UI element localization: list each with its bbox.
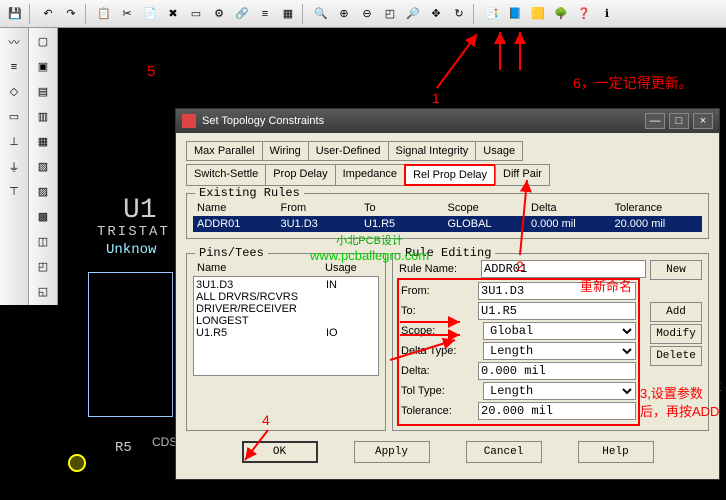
ltool-d[interactable]: ▥ — [31, 105, 55, 128]
tool-template[interactable]: 📘 — [504, 3, 526, 25]
tool-undo[interactable]: ↶ — [37, 3, 59, 25]
rule-row[interactable]: ADDR01 3U1.D3 U1.R5 GLOBAL 0.000 mil 20.… — [193, 216, 702, 232]
tool-copy[interactable]: 📋 — [93, 3, 115, 25]
tool-zoom-fit[interactable]: 🔍 — [310, 3, 332, 25]
tool-save[interactable]: 💾 — [4, 3, 26, 25]
pins-list[interactable]: 3U1.D3IN ALL DRVRS/RCVRS DRIVER/RECEIVER… — [193, 276, 379, 376]
modify-button[interactable]: Modify — [650, 324, 702, 344]
tool-paste[interactable]: 📄 — [139, 3, 161, 25]
ltool-bus[interactable]: ≡ — [2, 55, 26, 78]
symbol-box[interactable] — [88, 272, 173, 417]
pins-tees-group: Pins/Tees NameUsage 3U1.D3IN ALL DRVRS/R… — [186, 253, 386, 431]
r5-refdes: R5 — [115, 440, 132, 456]
ltool-i[interactable]: ◫ — [31, 230, 55, 253]
tool-net[interactable]: 🔗 — [231, 3, 253, 25]
topology-constraints-dialog: Set Topology Constraints — □ × Max Paral… — [175, 108, 720, 480]
ltool-h[interactable]: ▩ — [31, 205, 55, 228]
help-button[interactable]: Help — [578, 441, 654, 463]
tool-zoom-in[interactable]: ⊕ — [333, 3, 355, 25]
anno-5: 5 — [147, 63, 155, 80]
tab-wiring[interactable]: Wiring — [262, 141, 309, 161]
dialog-icon — [182, 114, 196, 128]
ltool-vcc[interactable]: ⊤ — [2, 180, 26, 203]
tool-cut[interactable]: ✂ — [116, 3, 138, 25]
tristate-label: TRISTAT — [97, 224, 170, 240]
delete-button[interactable]: Delete — [650, 346, 702, 366]
tab-diff-pair[interactable]: Diff Pair — [495, 164, 550, 186]
apply-button[interactable]: Apply — [354, 441, 430, 463]
tab-user-defined[interactable]: User-Defined — [308, 141, 389, 161]
tool-delete[interactable]: ✖ — [162, 3, 184, 25]
tool-stack[interactable]: ▦ — [277, 3, 299, 25]
tolerance-input[interactable] — [478, 402, 636, 420]
left-toolbars: 〰 ≡ ◇ ▭ ⊥ ⏚ ⊤ ▢ ▣ ▤ ▥ ▦ ▧ ▨ ▩ ◫ ◰ ◱ — [0, 28, 58, 305]
tool-props[interactable]: ⚙ — [208, 3, 230, 25]
tool-pan[interactable]: ✥ — [425, 3, 447, 25]
add-button[interactable]: Add — [650, 302, 702, 322]
dialog-titlebar[interactable]: Set Topology Constraints — □ × — [176, 109, 719, 133]
tool-highlight[interactable]: 🟨 — [527, 3, 549, 25]
pin-r5[interactable] — [68, 454, 86, 472]
tool-sheet[interactable]: ▭ — [185, 3, 207, 25]
scope-select[interactable]: Global — [483, 322, 636, 340]
delta-type-select[interactable]: Length — [483, 342, 636, 360]
tab-usage[interactable]: Usage — [475, 141, 523, 161]
u1-refdes: U1 — [123, 195, 157, 226]
ltool-c[interactable]: ▤ — [31, 80, 55, 103]
ltool-k[interactable]: ◱ — [31, 280, 55, 303]
tool-refresh[interactable]: ↻ — [448, 3, 470, 25]
tab-rel-prop-delay[interactable]: Rel Prop Delay — [404, 164, 496, 186]
tool-layers[interactable]: 🌳 — [550, 3, 572, 25]
delta-input[interactable] — [478, 362, 636, 380]
ok-button[interactable]: OK — [242, 441, 318, 463]
tab-switch-settle[interactable]: Switch-Settle — [186, 164, 266, 186]
anno-6: 6，一定记得更新。 — [573, 73, 693, 93]
tab-impedance[interactable]: Impedance — [335, 164, 405, 186]
tool-redo[interactable]: ↷ — [60, 3, 82, 25]
ltool-j[interactable]: ◰ — [31, 255, 55, 278]
ltool-b[interactable]: ▣ — [31, 55, 55, 78]
cancel-button[interactable]: Cancel — [466, 441, 542, 463]
ltool-cap[interactable]: ⊥ — [2, 130, 26, 153]
rules-header: Name From To Scope Delta Tolerance — [193, 200, 702, 216]
anno-1: 1 — [432, 90, 440, 106]
minimize-button[interactable]: — — [645, 113, 665, 129]
top-toolbar: 💾 ↶ ↷ 📋 ✂ 📄 ✖ ▭ ⚙ 🔗 ≡ ▦ 🔍 ⊕ ⊖ ◰ 🔎 ✥ ↻ 📑 … — [0, 0, 726, 28]
tool-info[interactable]: ℹ — [596, 3, 618, 25]
existing-rules-group: Existing Rules Name From To Scope Delta … — [186, 193, 709, 239]
ltool-e[interactable]: ▦ — [31, 130, 55, 153]
tool-layer[interactable]: ≡ — [254, 3, 276, 25]
close-button[interactable]: × — [693, 113, 713, 129]
ltool-wire[interactable]: 〰 — [2, 30, 26, 53]
to-input[interactable] — [478, 302, 636, 320]
rule-editing-group: Rule Editing Rule Name: From: To: Scope:… — [392, 253, 709, 431]
tool-zoom[interactable]: 🔎 — [402, 3, 424, 25]
ltool-res[interactable]: ▭ — [2, 105, 26, 128]
rule-name-input[interactable] — [481, 260, 646, 278]
tol-type-select[interactable]: Length — [483, 382, 636, 400]
tab-max-parallel[interactable]: Max Parallel — [186, 141, 263, 161]
ltool-sym[interactable]: ◇ — [2, 80, 26, 103]
ltool-f[interactable]: ▧ — [31, 155, 55, 178]
dialog-footer: OK Apply Cancel Help — [186, 441, 709, 471]
tab-signal-integrity[interactable]: Signal Integrity — [388, 141, 477, 161]
unknown-label: Unknow — [106, 242, 156, 258]
tool-zoom-win[interactable]: ◰ — [379, 3, 401, 25]
new-button[interactable]: New — [650, 260, 702, 280]
tabs-row1: Max Parallel Wiring User-Defined Signal … — [186, 141, 709, 160]
maximize-button[interactable]: □ — [669, 113, 689, 129]
tabs-row2: Switch-Settle Prop Delay Impedance Rel P… — [186, 164, 709, 185]
tool-help[interactable]: ❓ — [573, 3, 595, 25]
from-input[interactable] — [478, 282, 636, 300]
ltool-g[interactable]: ▨ — [31, 180, 55, 203]
tab-prop-delay[interactable]: Prop Delay — [265, 164, 335, 186]
ltool-a[interactable]: ▢ — [31, 30, 55, 53]
tool-copy2[interactable]: 📑 — [481, 3, 503, 25]
ltool-gnd[interactable]: ⏚ — [2, 155, 26, 178]
tool-zoom-out[interactable]: ⊖ — [356, 3, 378, 25]
dialog-title: Set Topology Constraints — [202, 115, 324, 127]
